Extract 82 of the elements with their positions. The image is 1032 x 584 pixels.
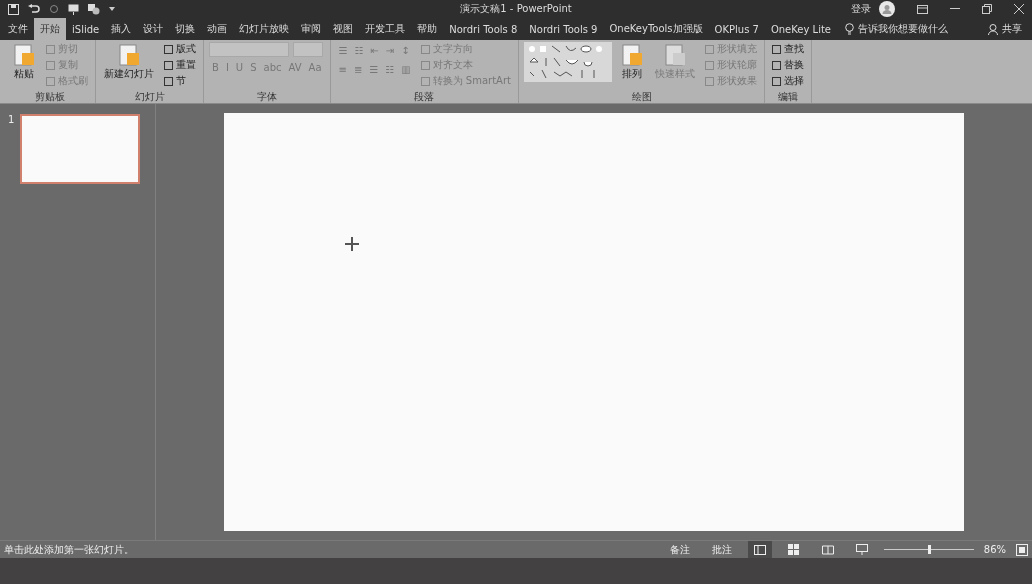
person-icon (988, 23, 999, 35)
ribbon-tab[interactable]: 帮助 (411, 18, 444, 40)
ribbon-tab[interactable]: OneKey Lite (764, 18, 837, 40)
group-label: 字体 (255, 90, 278, 103)
ribbon-tab[interactable]: 插入 (105, 18, 138, 40)
presentation-icon (855, 544, 868, 555)
ribbon-tab[interactable]: OKPlus 7 (708, 18, 765, 40)
ribbon-tab[interactable]: 幻灯片放映 (233, 18, 296, 40)
square-icon (420, 44, 430, 54)
ribbon-tab[interactable]: Nordri Tools 9 (523, 18, 604, 40)
square-icon (705, 76, 714, 86)
group-label: 剪贴板 (33, 90, 66, 103)
notes-button[interactable]: 备注 (663, 541, 696, 558)
ribbon-tab[interactable]: OneKeyTools加强版 (603, 18, 709, 40)
ribbon-tab[interactable]: 开始 (34, 18, 66, 40)
save-icon[interactable] (8, 3, 19, 15)
ribbon-button[interactable]: 新建幻灯片 (101, 42, 157, 82)
book-icon (821, 544, 834, 555)
ribbon-tab[interactable]: 切换 (169, 18, 202, 40)
document-icon (620, 43, 644, 67)
ribbon-button[interactable]: 粘贴 (9, 42, 39, 82)
group-label: 段落 (413, 90, 436, 103)
zoom-slider[interactable] (883, 545, 974, 554)
square-icon (420, 76, 430, 86)
slide-thumbnail[interactable] (20, 114, 141, 184)
grid-icon (788, 544, 800, 555)
tell-me-field[interactable]: 告诉我你想要做什么 (845, 18, 948, 40)
square-icon (705, 60, 714, 70)
share-button[interactable]: 共享 (978, 18, 1032, 40)
ribbon-button[interactable]: 节 (162, 74, 198, 88)
close-icon[interactable] (1014, 4, 1024, 14)
group-label: 编辑 (777, 90, 799, 103)
status-text: 单击此处添加第一张幻灯片。 (4, 542, 134, 557)
square-icon (164, 76, 173, 86)
view-button[interactable] (747, 541, 772, 558)
document-icon (663, 43, 687, 67)
ribbon-tab[interactable]: 动画 (201, 18, 234, 40)
normal-view-icon (753, 544, 766, 555)
square-icon (772, 76, 781, 86)
ribbon-options-icon[interactable] (917, 4, 928, 14)
sign-in-link[interactable]: 登录 (851, 2, 871, 16)
ribbon-button[interactable]: 排列 (617, 42, 647, 82)
caret-icon[interactable] (109, 7, 115, 11)
window-title: 演示文稿1 - PowerPoint (459, 2, 573, 16)
lightbulb-icon (845, 23, 854, 35)
group-label: 绘图 (630, 90, 653, 103)
ribbon-button[interactable]: 重置 (162, 58, 198, 72)
ribbon-tab[interactable]: Nordri Tools 8 (443, 18, 524, 40)
square-icon (164, 44, 173, 54)
shapes-icon[interactable] (88, 3, 100, 15)
group-label: 幻灯片 (133, 90, 166, 103)
presentation-icon[interactable] (68, 3, 79, 15)
minimize-icon[interactable] (950, 8, 960, 10)
ribbon-tab[interactable]: 文件 (2, 18, 34, 40)
shapes-gallery-drawing[interactable] (524, 42, 612, 82)
avatar-icon[interactable] (879, 1, 895, 17)
comments-button[interactable]: 批注 (705, 541, 738, 558)
square-icon (46, 76, 55, 86)
ribbon-tab[interactable]: 开发工具 (359, 18, 412, 40)
square-icon (420, 60, 430, 70)
ribbon-button[interactable]: 替换 (770, 58, 806, 72)
ribbon-tab[interactable]: 审阅 (295, 18, 328, 40)
ribbon-button[interactable]: 版式 (162, 42, 198, 56)
square-icon (46, 44, 55, 54)
undo-icon[interactable] (28, 4, 40, 14)
crosshair-cursor-icon (345, 237, 359, 251)
fit-to-window-icon[interactable] (1016, 543, 1028, 556)
zoom-level[interactable]: 86% (983, 544, 1006, 555)
ribbon-tab[interactable]: 设计 (137, 18, 170, 40)
ribbon-button[interactable]: 选择 (770, 74, 806, 88)
square-icon (705, 44, 714, 54)
square-icon (46, 60, 55, 70)
ribbon-tab[interactable]: 视图 (327, 18, 360, 40)
document-icon (117, 43, 141, 67)
square-icon (164, 60, 173, 70)
square-icon (772, 44, 781, 54)
square-icon (772, 60, 781, 70)
slide-number: 1 (8, 114, 15, 127)
restore-icon[interactable] (982, 4, 992, 14)
document-icon (12, 43, 36, 67)
ribbon-button[interactable]: 查找 (770, 42, 806, 56)
ribbon-tab[interactable]: iSlide (66, 18, 106, 40)
